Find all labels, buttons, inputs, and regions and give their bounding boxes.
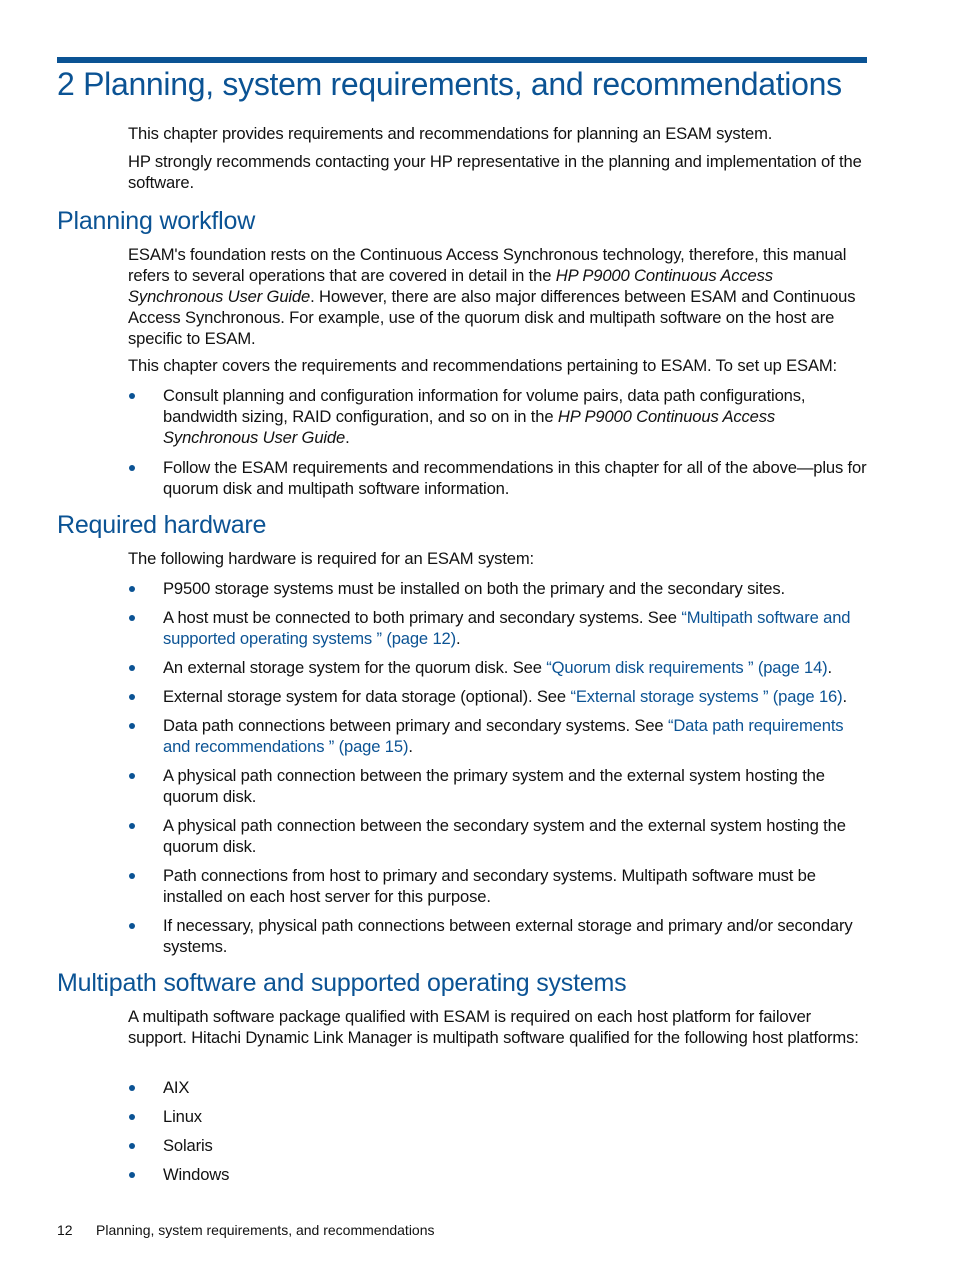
bullet-icon <box>129 773 135 779</box>
list-item: External storage system for data storage… <box>128 686 870 707</box>
text: A host must be connected to both primary… <box>163 608 682 627</box>
chapter-top-rule <box>57 57 867 63</box>
platform-name: Solaris <box>163 1136 213 1155</box>
bullet-icon <box>129 823 135 829</box>
text: A physical path connection between the s… <box>163 816 846 856</box>
heading-multipath-software: Multipath software and supported operati… <box>57 969 627 997</box>
list-item: Windows <box>128 1164 870 1185</box>
bullet-icon <box>129 393 135 399</box>
intro-paragraph-2: HP strongly recommends contacting your H… <box>128 152 862 192</box>
list-item: P9500 storage systems must be installed … <box>128 578 870 599</box>
text: . <box>345 428 350 447</box>
platform-name: AIX <box>163 1078 190 1097</box>
bullet-icon <box>129 1172 135 1178</box>
page-number: 12 <box>57 1222 73 1238</box>
list-item: Path connections from host to primary an… <box>128 865 870 907</box>
list-item: A physical path connection between the p… <box>128 765 870 807</box>
bullet-icon <box>129 923 135 929</box>
running-title: Planning, system requirements, and recom… <box>96 1222 435 1238</box>
text: . <box>842 687 848 706</box>
bullet-icon <box>129 694 135 700</box>
list-item: Linux <box>128 1106 870 1127</box>
heading-required-hardware: Required hardware <box>57 511 267 539</box>
text: A physical path connection between the p… <box>163 766 825 806</box>
bullet-icon <box>129 1143 135 1149</box>
text: . <box>408 737 413 756</box>
xref-external-storage-systems[interactable]: “External storage systems ” (page 16) <box>570 687 842 706</box>
text: Data path connections between primary an… <box>163 716 668 735</box>
list-item: Follow the ESAM requirements and recomme… <box>128 457 870 499</box>
bullet-icon <box>129 1114 135 1120</box>
list-item: Data path connections between primary an… <box>128 715 870 757</box>
list-item: A host must be connected to both primary… <box>128 607 870 649</box>
planning-workflow-paragraph: ESAM's foundation rests on the Continuou… <box>128 244 870 349</box>
bullet-icon <box>129 615 135 621</box>
list-item: Solaris <box>128 1135 870 1156</box>
text: P9500 storage systems must be installed … <box>163 579 785 598</box>
heading-planning-workflow: Planning workflow <box>57 207 256 235</box>
text: An external storage system for the quoru… <box>163 658 547 677</box>
text: Path connections from host to primary an… <box>163 866 816 906</box>
bullet-icon <box>129 665 135 671</box>
intro-paragraph-1: This chapter provides requirements and r… <box>128 124 773 143</box>
bullet-icon <box>129 465 135 471</box>
list-item: Consult planning and configuration infor… <box>128 385 870 448</box>
bullet-icon <box>129 1085 135 1091</box>
text: . <box>827 658 833 677</box>
required-hardware-intro: The following hardware is required for a… <box>128 549 534 568</box>
bullet-icon <box>129 873 135 879</box>
platform-name: Linux <box>163 1107 202 1126</box>
xref-quorum-disk-requirements[interactable]: “Quorum disk requirements ” (page 14) <box>546 658 827 677</box>
text: If necessary, physical path connections … <box>163 916 853 956</box>
list-item: AIX <box>128 1077 870 1098</box>
setup-steps-list: Consult planning and configuration infor… <box>128 385 870 499</box>
required-hardware-list: P9500 storage systems must be installed … <box>128 578 870 957</box>
text: External storage system for data storage… <box>163 687 571 706</box>
bullet-icon <box>129 723 135 729</box>
bullet-icon <box>129 586 135 592</box>
list-item: A physical path connection between the s… <box>128 815 870 857</box>
list-item: An external storage system for the quoru… <box>128 657 870 678</box>
chapter-title: 2 Planning, system requirements, and rec… <box>57 66 842 102</box>
platform-name: Windows <box>163 1165 230 1184</box>
text: . <box>456 629 461 648</box>
platform-list: AIX Linux Solaris Windows <box>128 1077 870 1185</box>
list-item: If necessary, physical path connections … <box>128 915 870 957</box>
multipath-intro: A multipath software package qualified w… <box>128 1007 859 1047</box>
setup-intro-paragraph: This chapter covers the requirements and… <box>128 356 838 375</box>
text: Follow the ESAM requirements and recomme… <box>163 458 867 498</box>
page-footer: 12 Planning, system requirements, and rec… <box>57 1222 435 1238</box>
